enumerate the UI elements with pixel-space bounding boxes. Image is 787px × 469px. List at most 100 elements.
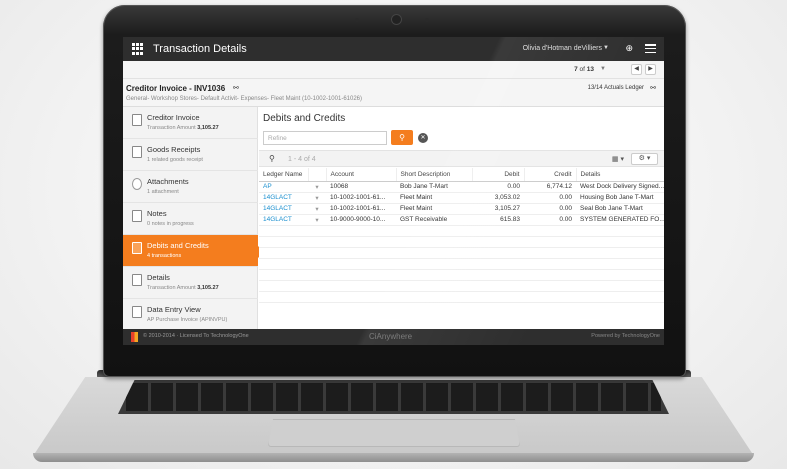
column-header[interactable]: Debit [472,168,525,182]
dollar-icon [132,274,142,286]
column-header[interactable]: Account [326,168,397,182]
search-button[interactable]: ⚲ [391,130,413,145]
sidebar-item-sub: Transaction Amount 3,105.27 [147,125,219,131]
hamburger-menu-icon[interactable] [645,44,656,53]
clear-search-icon[interactable]: ✕ [418,133,428,143]
empty-row [259,280,664,292]
table-row[interactable]: 14GLACT ▾ 10-1002-1001-61... Fleet Maint… [259,192,664,204]
sidebar-item-creditor-invoice[interactable]: Creditor Invoice Transaction Amount 3,10… [123,107,258,139]
webcam [392,15,401,24]
ledger-info: 13/14 Actuals Ledger [587,85,644,91]
row-expand-icon[interactable]: ▾ [308,203,326,215]
paperclip-icon [132,178,142,190]
prev-record-button[interactable]: ◀ [631,64,642,75]
record-pager: 7 of 13 ▼ ◀ ▶ [123,61,664,79]
document-link-icon[interactable]: ⚯ [233,84,239,92]
keyboard-keys [126,383,661,411]
ledger-icon [132,242,142,254]
sidebar-item-sub: AP Purchase Invoice (APINVPU) [147,317,228,323]
sidebar-item-attachments[interactable]: Attachments 1 attachment [123,171,258,203]
debits-credits-panel: Debits and Credits ⚲ ✕ ⚲ 1 - 4 of 4 ▦ ▾ … [259,107,664,329]
pager-dropdown-icon[interactable]: ▼ [600,66,606,72]
table-header-row: Ledger Name Account Short Description De… [259,168,664,182]
search-icon[interactable]: ⚲ [269,154,275,163]
sidebar-item-sub: 4 transactions [147,253,182,259]
sidebar: Creditor Invoice Transaction Amount 3,10… [123,107,264,331]
sidebar-item-sub: 1 attachment [147,189,179,195]
cell-credit: 0.00 [524,192,576,204]
empty-row [259,236,664,248]
cell-details: West Dock Delivery Signed... [576,181,664,193]
ledger-link[interactable]: 14GLACT [259,214,308,226]
app-topbar: Transaction Details Olivia d'Hotman deVi… [123,37,664,61]
next-record-button[interactable]: ▶ [645,64,656,75]
cell-account: 10-9000-9000-10... [326,214,396,226]
sidebar-item-label: Creditor Invoice [147,113,200,122]
technologyone-logo-icon [131,332,138,342]
cell-account: 10068 [326,181,396,193]
sidebar-item-sub: Transaction Amount 3,105.27 [147,285,219,291]
pager-of: of [579,66,585,73]
empty-row [259,247,664,259]
sidebar-item-label: Data Entry View [147,305,201,314]
refine-input[interactable] [263,131,387,145]
cell-details: Seal Bob Jane T-Mart [576,203,664,215]
column-header[interactable]: Details [576,168,664,182]
user-menu-caret-icon[interactable]: ▼ [603,45,609,51]
grid-toolbar: ⚲ 1 - 4 of 4 ▦ ▾ ⚙ ▾ [259,150,664,167]
app-footer: © 2010-2014 · Licensed To TechnologyOne … [123,329,664,345]
cell-debit: 0.00 [472,181,524,193]
footer-brand: CiAnywhere [369,332,413,341]
ledger-link[interactable]: 14GLACT [259,203,308,215]
cell-credit: 0.00 [524,214,576,226]
keyboard [118,380,669,414]
row-expand-icon[interactable]: ▾ [308,214,326,226]
table-row[interactable]: 14GLACT ▾ 10-9000-9000-10... GST Receiva… [259,214,664,226]
ledger-link-icon[interactable]: ⚯ [650,84,656,92]
column-header-spacer [308,168,327,182]
cell-account: 10-1002-1001-61... [326,192,396,204]
sidebar-item-label: Goods Receipts [147,145,201,154]
cell-account: 10-1002-1001-61... [326,203,396,215]
sidebar-item-data-entry-view[interactable]: Data Entry View AP Purchase Invoice (API… [123,299,258,331]
pager-current: 7 [574,66,578,73]
cell-description: Bob Jane T-Mart [396,181,472,193]
laptop-front-edge [33,453,754,462]
view-switch-icon[interactable]: ▦ ▾ [612,155,624,163]
row-expand-icon[interactable]: ▾ [308,192,326,204]
sidebar-item-debits-and-credits[interactable]: Debits and Credits 4 transactions [123,235,264,267]
table-row[interactable]: AP ▾ 10068 Bob Jane T-Mart 0.00 6,774.12… [259,181,664,193]
app-screen: Transaction Details Olivia d'Hotman deVi… [123,37,664,345]
cell-description: Fleet Maint [396,203,472,215]
empty-row [259,225,664,237]
touchpad [268,419,520,447]
footer-powered-by: Powered by TechnologyOne [591,333,660,339]
sidebar-item-details[interactable]: Details Transaction Amount 3,105.27 [123,267,258,299]
settings-gear-icon[interactable]: ⚙ ▾ [631,153,658,165]
cell-description: Fleet Maint [396,192,472,204]
column-header[interactable]: Credit [524,168,577,182]
ledger-link[interactable]: 14GLACT [259,192,308,204]
cell-details: Housing Bob Jane T-Mart [576,192,664,204]
sidebar-item-goods-receipts[interactable]: Goods Receipts 1 related goods receipt [123,139,258,171]
column-header[interactable]: Short Description [396,168,473,182]
document-header: Creditor Invoice - INV1036 ⚯ General- Wo… [123,79,664,107]
pager-total: 13 [586,66,594,73]
sensor-dot [355,18,359,22]
table-row[interactable]: 14GLACT ▾ 10-1002-1001-61... Fleet Maint… [259,203,664,215]
pager-position: 7 of 13 [574,66,594,73]
pin-icon[interactable]: ⊕ [625,43,633,54]
filter-icon [132,306,142,318]
footer-copyright: © 2010-2014 · Licensed To TechnologyOne [143,333,249,339]
cell-details: SYSTEM GENERATED FO... [576,214,664,226]
sidebar-item-sub: 1 related goods receipt [147,157,203,163]
cell-description: GST Receivable [396,214,472,226]
user-menu[interactable]: Olivia d'Hotman deVilliers [523,45,602,52]
column-header[interactable]: Ledger Name [259,168,309,182]
apps-grid-icon[interactable] [132,43,144,55]
sidebar-item-label: Debits and Credits [147,241,209,250]
sidebar-item-label: Attachments [147,177,189,186]
sidebar-item-notes[interactable]: Notes 0 notes in progress [123,203,258,235]
ledger-link[interactable]: AP [259,181,308,193]
row-expand-icon[interactable]: ▾ [308,181,326,193]
